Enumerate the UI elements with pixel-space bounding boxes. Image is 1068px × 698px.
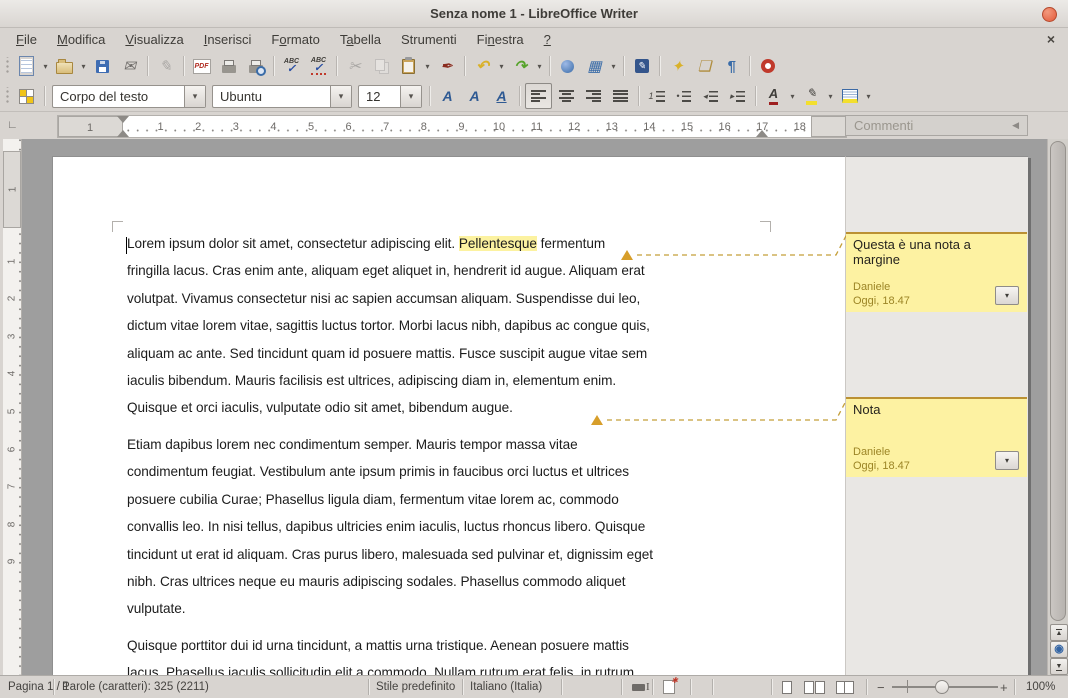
comment-menu-button[interactable]: ▾	[995, 451, 1019, 470]
scrollbar-thumb[interactable]	[1050, 141, 1066, 621]
zoom-slider-tick	[907, 680, 908, 693]
view-book-button[interactable]	[836, 676, 854, 698]
previous-page-button[interactable]: ▲	[1050, 624, 1068, 641]
unsaved-document-icon	[663, 680, 675, 694]
page-number-status[interactable]: Pagina 1 / 1	[8, 676, 69, 698]
view-multi-page-button[interactable]	[804, 676, 825, 698]
single-page-icon	[782, 681, 792, 694]
comment-text[interactable]: Questa è una nota a margine	[853, 237, 1020, 267]
comment-note-1[interactable]: Questa è una nota a margine Daniele Oggi…	[846, 232, 1027, 312]
libreoffice-writer-window: Senza nome 1 - LibreOffice Writer File M…	[0, 0, 1068, 698]
navigate-by-button[interactable]: ◉	[1050, 641, 1068, 658]
unsaved-changes-status[interactable]	[663, 676, 675, 698]
comment-note-2[interactable]: Nota Daniele Oggi, 18.47 ▾	[846, 397, 1027, 477]
comment-author: Daniele	[853, 446, 890, 458]
comment-text[interactable]: Nota	[853, 402, 1020, 417]
comment-timestamp: Oggi, 18.47	[853, 295, 910, 307]
multi-page-icon	[804, 681, 814, 694]
double-arrow-down-icon: ▼	[1056, 663, 1063, 671]
comment-menu-button[interactable]: ▾	[995, 286, 1019, 305]
vertical-scrollbar[interactable]: ▲ ◉ ▼	[1047, 139, 1068, 676]
navigation-dot-icon: ◉	[1054, 644, 1064, 655]
comment-author: Daniele	[853, 281, 890, 293]
zoom-slider-knob[interactable]	[935, 680, 949, 694]
zoom-out-button[interactable]: −	[877, 676, 885, 698]
chevron-down-icon: ▾	[1005, 291, 1009, 300]
chevron-down-icon: ▾	[1005, 456, 1009, 465]
status-bar: Pagina 1 / 1 Parole (caratteri): 325 (22…	[0, 675, 1068, 698]
zoom-in-button[interactable]: +	[1000, 676, 1008, 698]
insert-mode-status[interactable]: I	[632, 676, 650, 698]
page-style-status[interactable]: Stile predefinito	[376, 676, 455, 698]
double-arrow-up-icon: ▲	[1056, 629, 1063, 637]
word-count-status[interactable]: Parole (caratteri): 325 (2211)	[62, 676, 209, 698]
next-page-button[interactable]: ▼	[1050, 658, 1068, 675]
insert-mode-icon	[632, 684, 645, 691]
book-view-icon	[836, 681, 854, 694]
comment-timestamp: Oggi, 18.47	[853, 460, 910, 472]
language-status[interactable]: Italiano (Italia)	[470, 676, 542, 698]
view-single-page-button[interactable]	[782, 676, 792, 698]
zoom-level-status[interactable]: 100%	[1026, 676, 1055, 698]
